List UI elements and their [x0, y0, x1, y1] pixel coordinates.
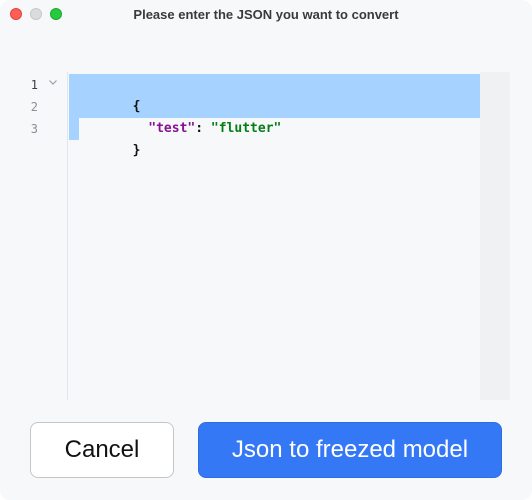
line-number: 1	[30, 78, 38, 92]
json-key: "test"	[148, 121, 196, 136]
cancel-button[interactable]: Cancel	[30, 422, 174, 478]
code-area[interactable]: { "test": "flutter" }	[68, 72, 480, 400]
code-line-2[interactable]: "test": "flutter"	[70, 96, 281, 136]
chevron-down-icon[interactable]	[48, 77, 58, 90]
convert-button[interactable]: Json to freezed model	[198, 422, 502, 478]
dialog-window: Please enter the JSON you want to conver…	[0, 0, 532, 500]
line-number: 3	[30, 122, 38, 136]
gutter-line-1: 1	[22, 74, 68, 96]
window-title: Please enter the JSON you want to conver…	[133, 7, 399, 22]
json-colon: :	[195, 121, 211, 136]
json-editor[interactable]: 1 2 3 { "test": "flutter"}	[22, 72, 510, 400]
gutter-line-3: 3	[22, 118, 68, 140]
close-brace: }	[132, 143, 141, 158]
line-gutter: 1 2 3	[22, 72, 68, 400]
line-number: 2	[30, 100, 38, 114]
code-line-3[interactable]: }	[70, 118, 141, 158]
gutter-line-2: 2	[22, 96, 68, 118]
code-line-1[interactable]: {	[70, 74, 141, 114]
editor-right-margin	[480, 72, 510, 400]
json-value: "flutter"	[210, 121, 282, 136]
title-bar: Please enter the JSON you want to conver…	[0, 0, 532, 28]
